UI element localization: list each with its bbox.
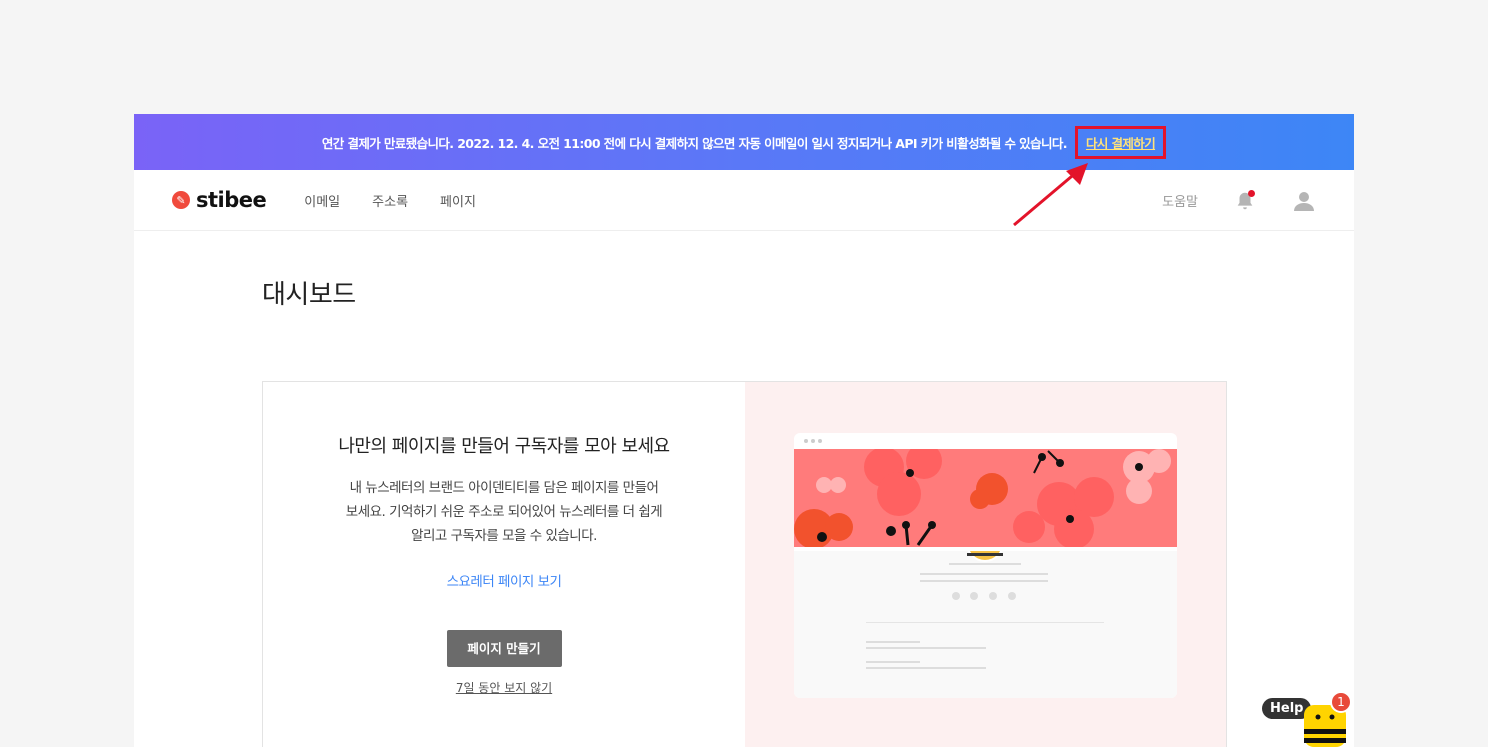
preview-body (794, 524, 1177, 698)
flower-hero-illustration (794, 443, 1177, 549)
logo-text: stibee (196, 188, 267, 212)
preview-window-dots (794, 433, 1177, 449)
user-account-icon[interactable] (1292, 189, 1316, 213)
nav-right: 도움말 (1162, 170, 1316, 231)
app-frame: 연간 결제가 만료됐습니다. 2022. 12. 4. 오전 11:00 전에 … (134, 114, 1354, 747)
nav-item-page[interactable]: 페이지 (440, 191, 476, 210)
help-link[interactable]: 도움말 (1162, 191, 1198, 210)
promo-text-panel: 나만의 페이지를 만들어 구독자를 모아 보세요 내 뉴스레터의 브랜드 아이덴… (263, 382, 745, 747)
page-title: 대시보드 (262, 280, 356, 310)
banner-message: 연간 결제가 만료됐습니다. 2022. 12. 4. 오전 11:00 전에 … (321, 135, 1068, 151)
page-preview-illustration (794, 433, 1177, 698)
retry-payment-link[interactable]: 다시 결제하기 (1074, 125, 1167, 159)
promo-desc-line: 내 뉴스레터의 브랜드 아이덴티티를 담은 페이지를 만들어 (349, 480, 659, 496)
promo-desc-line: 알리고 구독자를 모을 수 있습니다. (411, 528, 597, 544)
notification-dot (1248, 189, 1255, 197)
dismiss-7-days-link[interactable]: 7일 동안 보지 않기 (263, 679, 745, 696)
nav-item-address-book[interactable]: 주소록 (372, 191, 408, 210)
promo-title: 나만의 페이지를 만들어 구독자를 모아 보세요 (338, 436, 670, 457)
logo-mark-icon: ✎ (172, 191, 190, 209)
nav-item-email[interactable]: 이메일 (304, 191, 340, 210)
stibee-logo[interactable]: ✎ stibee (172, 188, 267, 212)
page-promo-card: 나만의 페이지를 만들어 구독자를 모아 보세요 내 뉴스레터의 브랜드 아이덴… (262, 381, 1227, 747)
promo-description: 내 뉴스레터의 브랜드 아이덴티티를 담은 페이지를 만들어 보세요. 기억하기… (263, 476, 745, 548)
red-pointer-arrow-icon (1013, 163, 1088, 227)
promo-desc-line: 보세요. 기억하기 쉬운 주소로 되어있어 뉴스레터를 더 쉽게 (345, 504, 663, 520)
payment-expired-banner: 연간 결제가 만료됐습니다. 2022. 12. 4. 오전 11:00 전에 … (134, 114, 1354, 170)
help-chat-widget[interactable]: Help 1 (1262, 691, 1352, 747)
create-page-button[interactable]: 페이지 만들기 (446, 630, 562, 667)
preview-content-skeleton (866, 524, 1104, 669)
promo-illustration-panel (745, 382, 1226, 747)
top-nav: ✎ stibee 이메일 주소록 페이지 도움말 (134, 170, 1354, 231)
help-notification-badge: 1 (1330, 691, 1352, 713)
notification-bell-icon[interactable] (1234, 189, 1256, 212)
view-sample-page-link[interactable]: 스요레터 페이지 보기 (263, 570, 745, 590)
